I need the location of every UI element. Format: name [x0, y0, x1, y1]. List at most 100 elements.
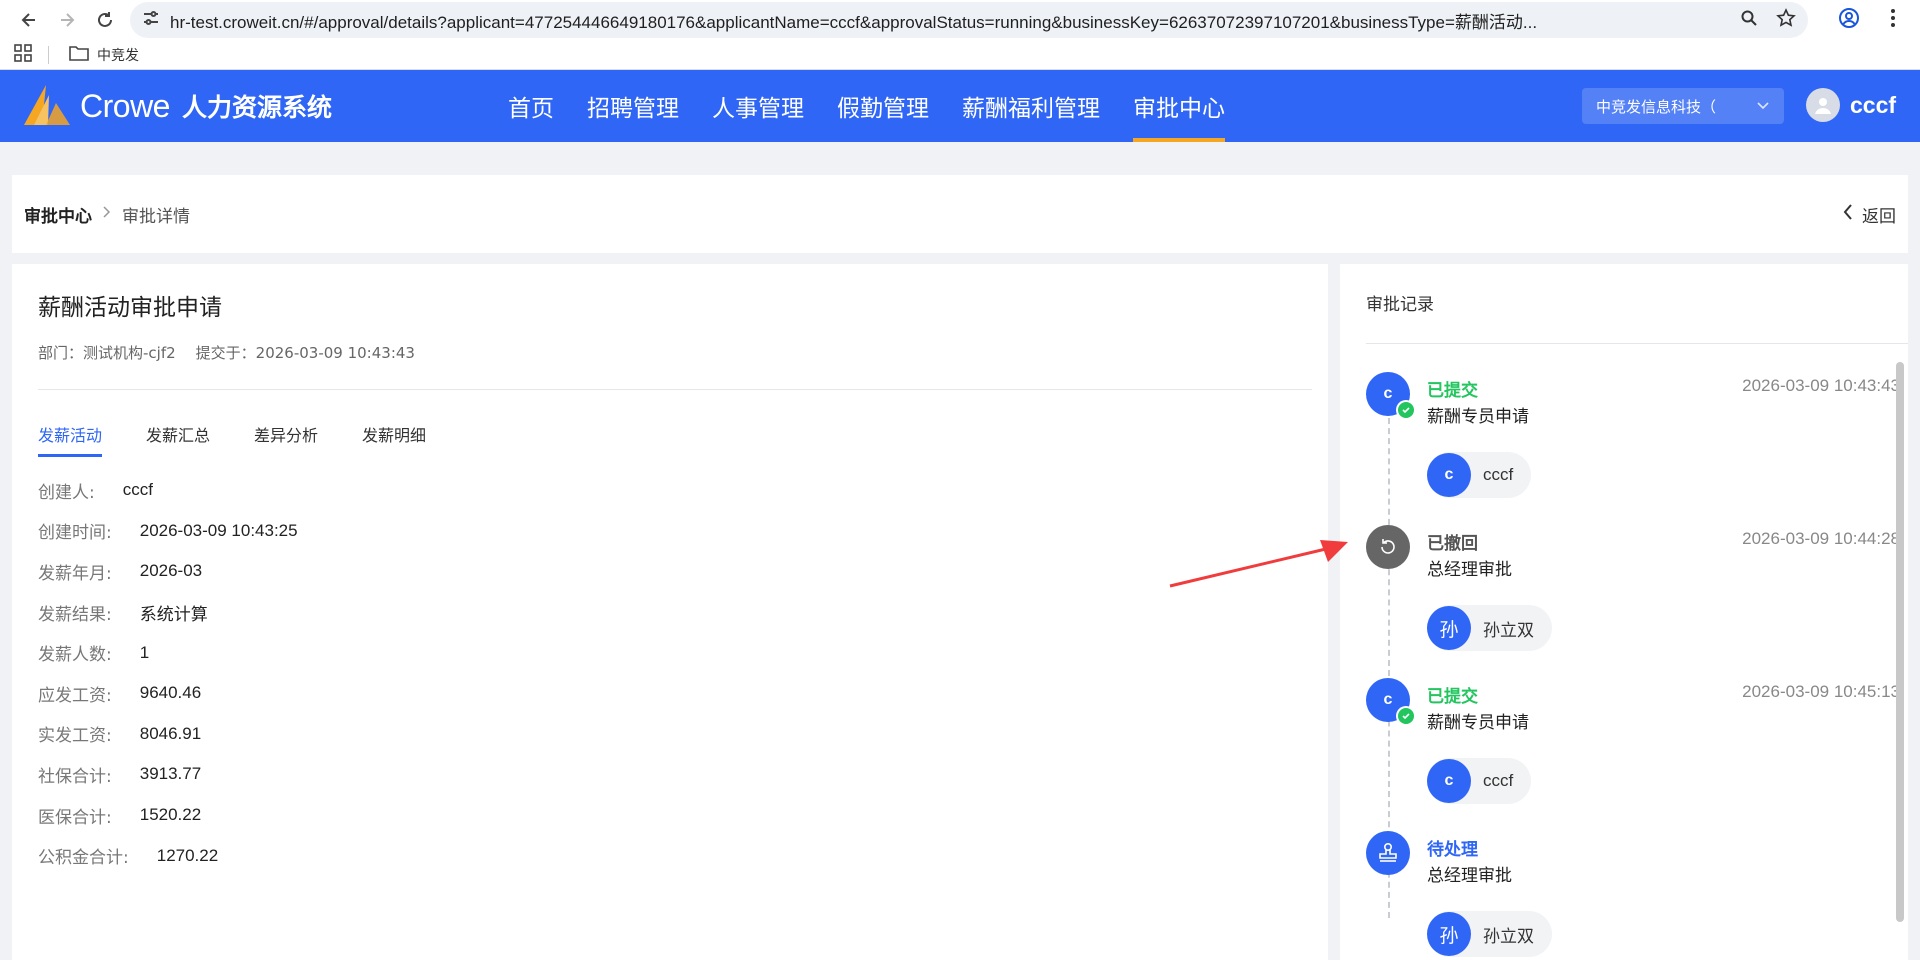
divider: [1366, 343, 1908, 344]
field-value: 2026-03-09 10:43:25: [139, 520, 298, 540]
person-name: 孙立双: [1483, 620, 1534, 640]
field-label: 公积金合计:: [38, 848, 129, 869]
address-bar[interactable]: hr-test.croweit.cn/#/approval/details?ap…: [130, 2, 1808, 38]
bookmark-label: 中竞发: [97, 47, 139, 64]
approval-timeline: c 已提交 薪酬专员申请 2026-03-09 10:43:43 c cccf …: [1366, 372, 1908, 960]
timestamp: 2026-03-09 10:43:43: [1742, 376, 1900, 395]
node-name: 薪酬专员申请: [1427, 713, 1529, 733]
breadcrumb: 审批中心 审批详情 返回: [12, 175, 1908, 253]
user-menu[interactable]: cccf: [1806, 88, 1896, 122]
form-panel: 薪酬活动审批申请 部门：测试机构-cjf2 提交于：2026-03-09 10:…: [12, 264, 1328, 960]
status-label: 待处理: [1427, 840, 1478, 860]
bookmark-star-icon[interactable]: [1776, 8, 1796, 32]
system-name: 人力资源系统: [181, 93, 332, 122]
person-name: cccf: [1483, 465, 1514, 484]
back-arrow-icon[interactable]: [10, 1, 48, 39]
tab-payroll-details[interactable]: 发薪明细: [362, 420, 426, 458]
nav-personnel[interactable]: 人事管理: [712, 70, 804, 142]
site-info-icon[interactable]: [142, 10, 160, 30]
node-name: 总经理审批: [1427, 560, 1512, 580]
nav-compensation[interactable]: 薪酬福利管理: [962, 70, 1100, 142]
field-row: 公积金合计: 1270.22: [38, 835, 1302, 876]
nav-leave-attendance[interactable]: 假勤管理: [837, 70, 929, 142]
browser-toolbar: hr-test.croweit.cn/#/approval/details?ap…: [0, 0, 1920, 40]
field-row: 发薪年月: 2026-03: [38, 551, 1302, 592]
approval-record-panel: 审批记录 c 已提交 薪酬专员申请 2026-03-09 10:43:43 c …: [1340, 264, 1908, 960]
field-label: 发薪人数:: [38, 645, 112, 666]
field-list: 创建人: cccf 创建时间: 2026-03-09 10:43:25 发薪年月: 2…: [38, 470, 1302, 876]
folder-icon: [69, 45, 89, 65]
logo[interactable]: Crowe 人力资源系统: [22, 81, 332, 131]
field-label: 发薪结果:: [38, 604, 112, 625]
tab-payroll-summary[interactable]: 发薪汇总: [146, 420, 210, 458]
forward-arrow-icon[interactable]: [48, 1, 86, 39]
nav-approval-center[interactable]: 审批中心: [1133, 70, 1225, 142]
person-avatar: 孙: [1427, 912, 1471, 956]
breadcrumb-root[interactable]: 审批中心: [24, 202, 92, 227]
bookmarks-divider: [48, 45, 49, 64]
field-value: 9640.46: [139, 683, 202, 703]
company-select[interactable]: 中竞发信息科技（: [1582, 88, 1784, 124]
timeline-entry: 已撤回 总经理审批 2026-03-09 10:44:28 孙 孙立双: [1366, 525, 1908, 678]
field-row: 创建时间: 2026-03-09 10:43:25: [38, 511, 1302, 552]
status-label: 已提交: [1427, 381, 1478, 401]
tab-payroll-activity[interactable]: 发薪活动: [38, 420, 103, 458]
field-row: 发薪人数: 1: [38, 632, 1302, 673]
field-label: 发薪年月:: [38, 563, 112, 584]
field-row: 发薪结果: 系统计算: [38, 592, 1302, 633]
field-value: 1: [139, 642, 150, 662]
url-text[interactable]: hr-test.croweit.cn/#/approval/details?ap…: [170, 8, 1720, 33]
bookmarks-bar: 中竞发: [0, 40, 1920, 70]
field-label: 社保合计:: [38, 766, 112, 787]
chevron-down-icon: [1756, 97, 1770, 115]
field-row: 实发工资: 8046.91: [38, 714, 1302, 755]
node-name: 总经理审批: [1427, 866, 1512, 886]
field-row: 应发工资: 9640.46: [38, 673, 1302, 714]
bookmark-folder[interactable]: 中竞发: [69, 45, 139, 65]
field-label: 创建人:: [38, 482, 95, 503]
status-label: 已提交: [1427, 687, 1478, 707]
person-name: cccf: [1483, 771, 1514, 790]
scrollbar[interactable]: [1896, 362, 1904, 922]
person-name: 孙立双: [1483, 926, 1534, 946]
timestamp: 2026-03-09 10:44:28: [1742, 529, 1900, 548]
node-name: 薪酬专员申请: [1427, 407, 1529, 427]
main-nav: 首页 招聘管理 人事管理 假勤管理 薪酬福利管理 审批中心: [508, 70, 1258, 142]
field-value: 8046.91: [139, 723, 202, 743]
breadcrumb-current: 审批详情: [122, 206, 190, 227]
department-text: 部门：测试机构-cjf2: [38, 344, 176, 362]
zoom-icon[interactable]: [1740, 9, 1758, 31]
field-row: 创建人: cccf: [38, 470, 1302, 511]
stamp-icon: [1366, 831, 1410, 875]
nav-recruitment[interactable]: 招聘管理: [587, 70, 679, 142]
person-chip: c cccf: [1427, 758, 1532, 804]
person-chip: 孙 孙立双: [1427, 911, 1552, 957]
nav-home[interactable]: 首页: [508, 70, 554, 142]
reload-icon[interactable]: [86, 1, 124, 39]
kebab-menu-icon[interactable]: [1890, 8, 1896, 32]
field-label: 应发工资:: [38, 685, 112, 706]
apps-grid-icon[interactable]: [14, 43, 32, 66]
form-meta: 部门：测试机构-cjf2 提交于：2026-03-09 10:43:43: [38, 342, 1302, 363]
person-chip: c cccf: [1427, 452, 1532, 498]
person-avatar: c: [1427, 759, 1471, 803]
field-value: 2026-03: [139, 561, 203, 581]
field-row: 医保合计: 1520.22: [38, 795, 1302, 836]
field-row: 社保合计: 3913.77: [38, 754, 1302, 795]
status-label: 已撤回: [1427, 534, 1478, 554]
back-button[interactable]: 返回: [1842, 202, 1896, 227]
crowe-logo-icon: [22, 81, 72, 131]
timeline-entry: 待处理 总经理审批 孙 孙立双: [1366, 831, 1908, 960]
timestamp: 2026-03-09 10:45:13: [1742, 682, 1900, 701]
tab-variance-analysis[interactable]: 差异分析: [254, 420, 318, 458]
person-avatar: 孙: [1427, 606, 1471, 650]
timeline-entry: c 已提交 薪酬专员申请 2026-03-09 10:45:13 c cccf: [1366, 678, 1908, 831]
field-value: 系统计算: [139, 604, 208, 624]
app-header: Crowe 人力资源系统 首页 招聘管理 人事管理 假勤管理 薪酬福利管理 审批…: [0, 70, 1920, 142]
field-value: cccf: [122, 480, 153, 500]
field-label: 医保合计:: [38, 807, 112, 828]
divider: [38, 389, 1312, 390]
timeline-entry: c 已提交 薪酬专员申请 2026-03-09 10:43:43 c cccf: [1366, 372, 1908, 525]
person-chip: 孙 孙立双: [1427, 605, 1552, 651]
profile-icon[interactable]: [1838, 7, 1860, 33]
